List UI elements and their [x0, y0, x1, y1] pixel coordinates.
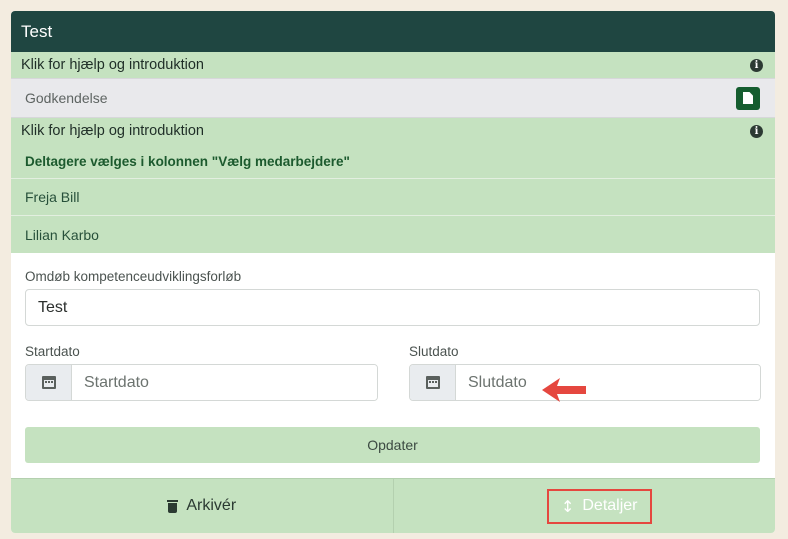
start-date-group [25, 364, 378, 401]
details-label: Detaljer [582, 497, 638, 514]
rename-label: Omdøb kompetenceudviklingsforløb [25, 269, 242, 284]
participants-note: Deltagere vælges i kolonnen "Vælg medarb… [11, 144, 775, 179]
participants-section: Klik for hjælp og introduktion i Deltage… [11, 118, 775, 253]
end-calendar-button[interactable] [410, 365, 456, 400]
archive-button[interactable]: Arkivér [11, 479, 393, 533]
end-date-label: Slutdato [409, 344, 459, 359]
start-date-field: Startdato [25, 344, 378, 401]
help-intro-text: Klik for hjælp og introduktion [21, 57, 204, 73]
page-title: Test [21, 22, 53, 41]
end-date-input[interactable] [456, 365, 760, 400]
approval-row: Godkendelse [11, 78, 775, 118]
card-footer: Arkivér ↕ Detaljer [11, 478, 775, 533]
info-icon[interactable]: i [750, 58, 763, 72]
info-icon[interactable]: i [750, 124, 763, 138]
archive-label: Arkivér [186, 497, 237, 514]
update-button[interactable]: Opdater [25, 427, 760, 463]
start-date-label: Startdato [25, 344, 80, 359]
calendar-icon [41, 376, 56, 389]
rename-input[interactable] [25, 289, 760, 326]
start-calendar-button[interactable] [26, 365, 72, 400]
trash-icon [167, 499, 179, 513]
participants-help-text: Klik for hjælp og introduktion [21, 123, 204, 139]
course-card: Test Klik for hjælp og introduktion i Go… [11, 11, 775, 533]
card-header: Test [11, 11, 775, 52]
approval-label: Godkendelse [25, 90, 108, 106]
details-button[interactable]: ↕ Detaljer [392, 479, 776, 533]
date-row: Startdato Slutdato [25, 344, 761, 401]
edit-form: Omdøb kompetenceudviklingsforløb Startda… [11, 253, 775, 463]
vertical-arrows-icon: ↕ [560, 496, 575, 516]
pointer-arrow-icon [542, 378, 586, 402]
start-date-input[interactable] [72, 365, 377, 400]
document-button[interactable] [736, 86, 760, 110]
participant-item[interactable]: Lilian Karbo [11, 216, 775, 253]
calendar-icon [425, 376, 440, 389]
participants-help-row[interactable]: Klik for hjælp og introduktion i [11, 118, 775, 144]
help-intro-row[interactable]: Klik for hjælp og introduktion i [11, 52, 775, 78]
participant-item[interactable]: Freja Bill [11, 179, 775, 216]
document-icon [743, 92, 753, 104]
details-highlight[interactable]: ↕ Detaljer [546, 488, 652, 524]
